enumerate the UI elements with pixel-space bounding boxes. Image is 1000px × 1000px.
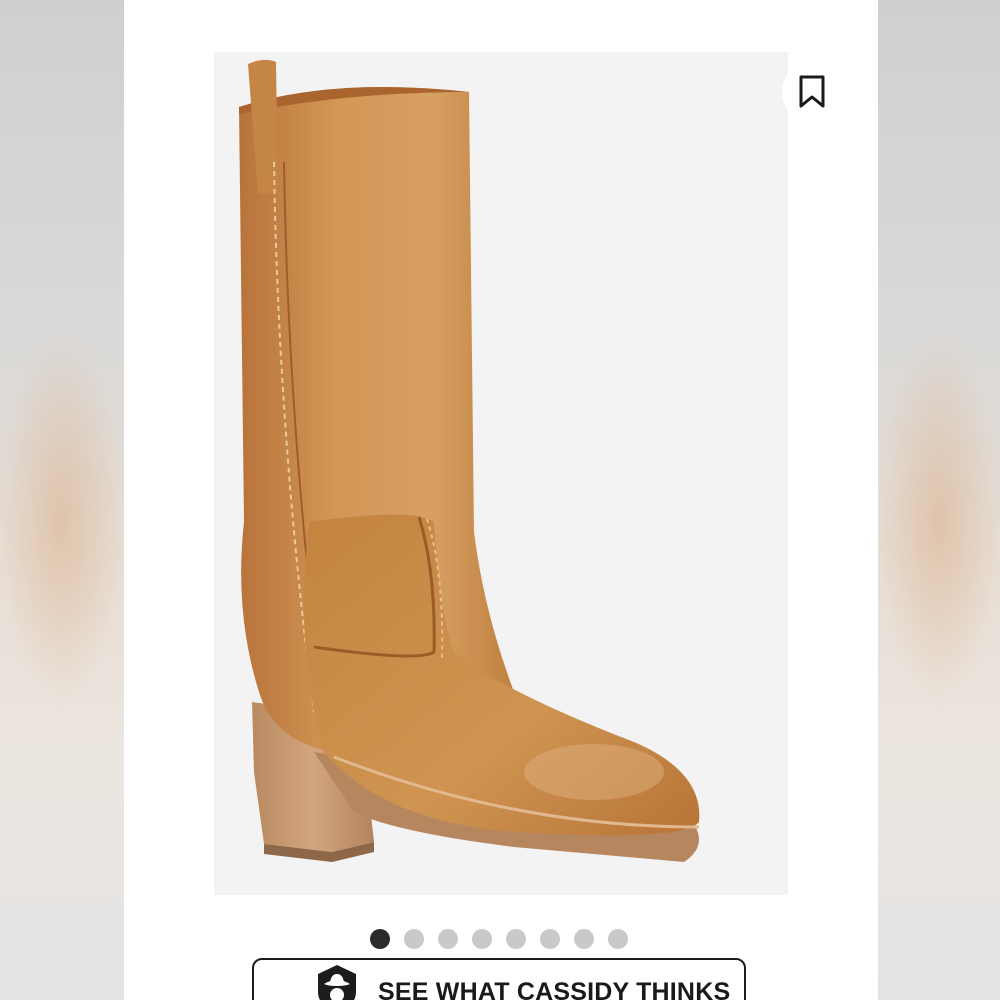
carousel-dot-7[interactable] [574,929,594,949]
blurred-background-left [0,0,124,1000]
cowboy-hat-assistant-icon [318,965,356,1000]
bookmark-icon [799,75,825,108]
blurred-background-right [878,0,1000,1000]
bookmark-button[interactable] [782,62,842,122]
carousel-dot-2[interactable] [404,929,424,949]
product-image[interactable] [214,52,788,895]
carousel-dot-5[interactable] [506,929,526,949]
boot-illustration [239,59,700,862]
carousel-dot-8[interactable] [608,929,628,949]
carousel-dot-1[interactable] [370,929,390,949]
cta-label: SEE WHAT CASSIDY THINKS [378,978,731,1000]
carousel-dot-3[interactable] [438,929,458,949]
carousel-dot-6[interactable] [540,929,560,949]
product-view: SEE WHAT CASSIDY THINKS [124,0,878,1000]
see-what-cassidy-thinks-button[interactable]: SEE WHAT CASSIDY THINKS [252,958,746,1000]
carousel-dot-4[interactable] [472,929,492,949]
carousel-indicator [370,929,628,949]
